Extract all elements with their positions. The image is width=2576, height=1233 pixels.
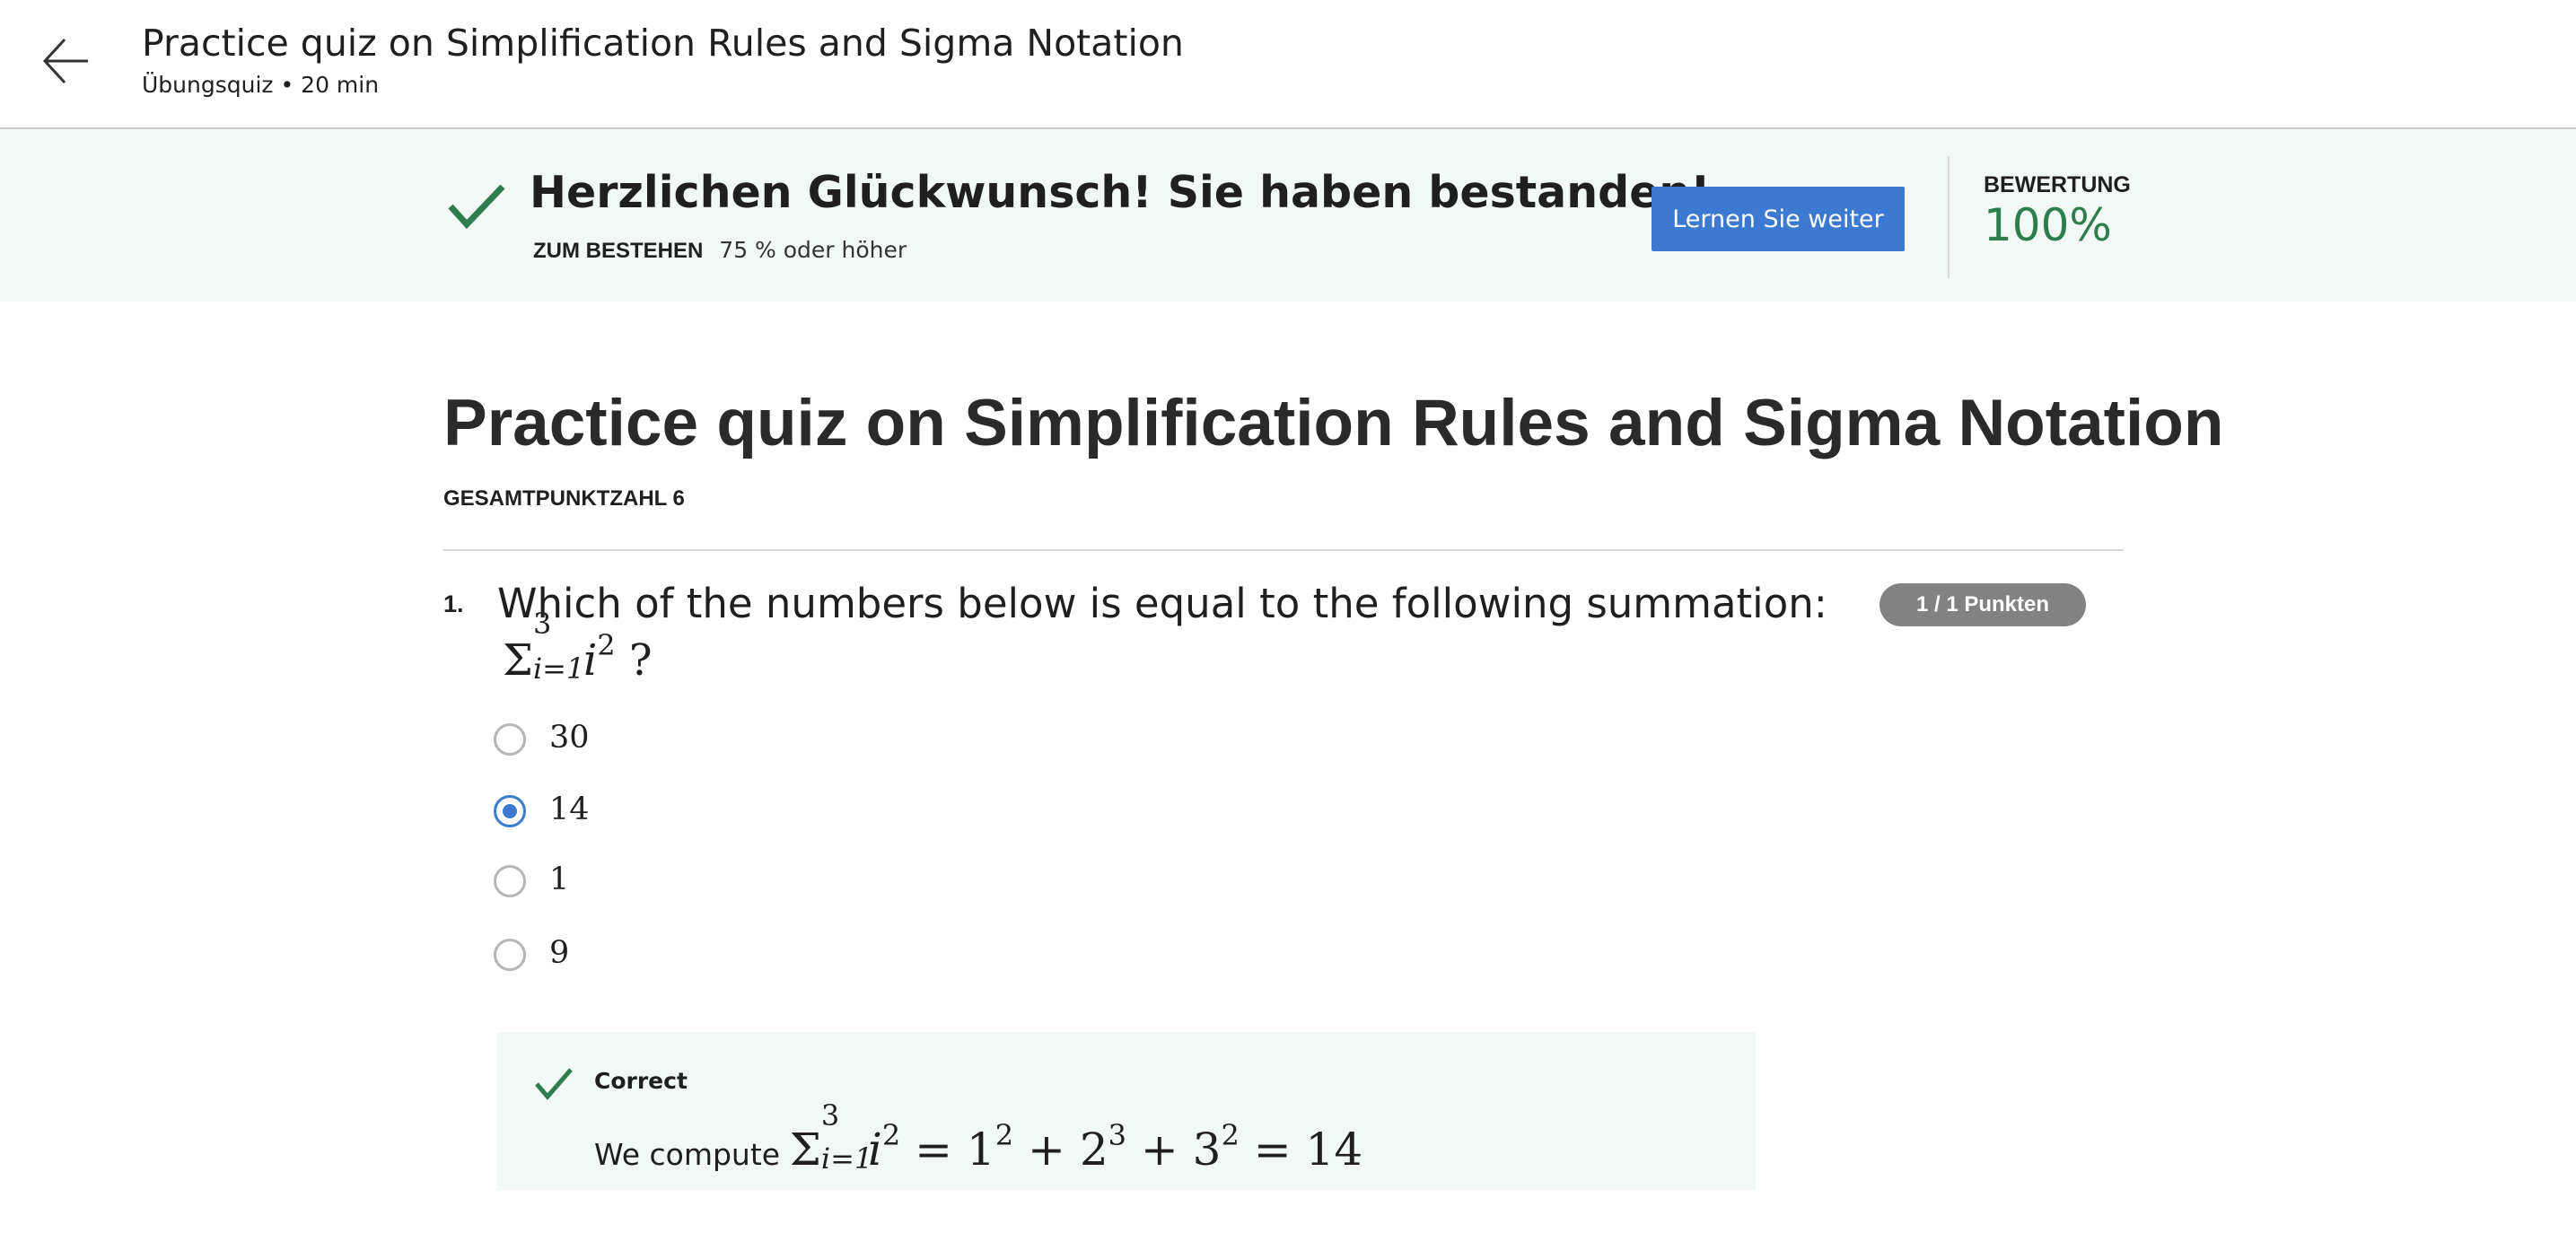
checkmark-icon [533,1066,574,1102]
question-text: Which of the numbers below is equal to t… [497,580,1827,627]
formula-term: + 2 [1013,1124,1108,1176]
divider [1948,156,1950,278]
checkmark-icon [445,181,508,232]
radio-button[interactable] [494,939,526,971]
header-subtitle: Übungsquiz • 20 min [142,72,380,98]
feedback-explanation: We compute Σ 3 i=1 i2 = 12 + 23 + 32 = 14 [594,1098,1363,1176]
divider [443,549,2124,551]
pass-requirement: ZUM BESTEHEN 75 % oder höher [533,237,907,264]
radio-button[interactable] [494,865,526,897]
sigma-symbol: Σ [789,1124,821,1176]
formula-tail: ? [615,635,653,686]
radio-button-checked[interactable] [494,795,526,827]
sigma-lower: i=1 [532,651,585,686]
feedback-prefix: We compute [594,1137,790,1172]
formula-power: 2 [881,1118,901,1152]
sigma-upper: 3 [532,607,552,641]
radio-button[interactable] [494,723,526,756]
arrow-left-icon[interactable] [41,36,92,86]
feedback-status: Correct [594,1068,688,1094]
grade-label: BEWERTUNG [1984,172,2131,197]
question-number: 1. [443,590,464,617]
grade-value: 100% [1984,199,2112,251]
formula-power: 3 [1108,1118,1126,1152]
option-label: 14 [549,791,590,827]
formula-term: + 3 [1126,1124,1222,1176]
sigma-lower: i=1 [820,1141,873,1176]
pass-value: 75 % oder höher [719,237,907,263]
pass-label: ZUM BESTEHEN [533,239,704,263]
feedback-box: Correct We compute Σ 3 i=1 i2 = 12 + 23 + 3… [497,1032,1756,1190]
formula-variable: i [583,635,598,686]
sigma-upper: 3 [820,1098,840,1132]
option-label: 1 [549,861,570,897]
option-label: 9 [549,935,570,971]
option-label: 30 [549,720,590,756]
continue-learning-button[interactable]: Lernen Sie weiter [1652,187,1905,251]
formula-power: 2 [994,1118,1014,1152]
formula-power: 2 [597,628,616,662]
top-bar: Practice quiz on Simplification Rules an… [0,0,2576,129]
sigma-symbol: Σ [503,635,533,686]
quiz-title: Practice quiz on Simplification Rules an… [443,387,2224,459]
points-badge: 1 / 1 Punkten [1879,583,2086,626]
total-points: GESAMTPUNKTZAHL 6 [443,486,685,511]
pass-headline: Herzlichen Glückwunsch! Sie haben bestan… [530,167,1711,218]
formula-result: = 14 [1239,1124,1363,1176]
formula-term: = 1 [900,1124,995,1176]
question-formula: Σ 3 i=1 i2 ? [503,607,653,686]
feedback-formula: Σ 3 i=1 i2 = 12 + 23 + 32 = 14 [789,1098,1363,1176]
formula-power: 2 [1221,1118,1240,1152]
header-title: Practice quiz on Simplification Rules an… [142,22,1184,65]
result-banner: Herzlichen Glückwunsch! Sie haben bestan… [0,129,2576,302]
